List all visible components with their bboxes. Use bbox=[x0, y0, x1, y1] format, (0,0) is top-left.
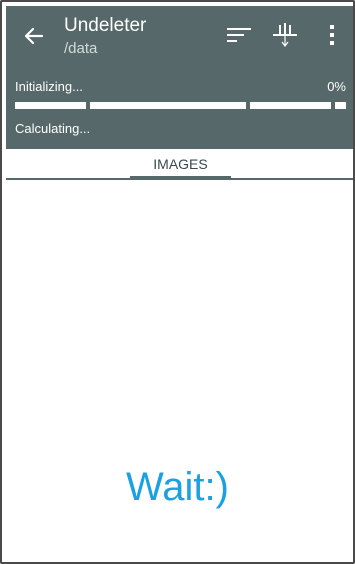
progress-status: Initializing... bbox=[15, 79, 83, 94]
app-frame: Undeleter /data Initializing... 0% Calcu… bbox=[0, 0, 355, 564]
app-bar: Undeleter /data Initializing... 0% Calcu… bbox=[6, 6, 353, 149]
progress-segment bbox=[90, 102, 246, 109]
more-vert-icon bbox=[330, 25, 334, 45]
tab-divider bbox=[6, 178, 353, 180]
tab-images[interactable]: IMAGES bbox=[130, 151, 231, 178]
progress-segment bbox=[15, 102, 86, 109]
arrow-back-icon bbox=[24, 27, 44, 45]
filter-icon bbox=[273, 23, 297, 47]
sort-icon bbox=[227, 28, 251, 42]
more-options-button[interactable] bbox=[317, 20, 347, 50]
progress-segment bbox=[335, 102, 346, 109]
progress-segment bbox=[250, 102, 331, 109]
wait-message: Wait:) bbox=[126, 465, 229, 509]
calculating-status: Calculating... bbox=[15, 121, 91, 136]
progress-percent: 0% bbox=[327, 79, 346, 94]
back-button[interactable] bbox=[20, 22, 48, 50]
filter-button[interactable] bbox=[270, 20, 300, 50]
app-title: Undeleter bbox=[64, 15, 147, 36]
sort-button[interactable] bbox=[224, 20, 254, 50]
path-subtitle: /data bbox=[64, 40, 98, 57]
